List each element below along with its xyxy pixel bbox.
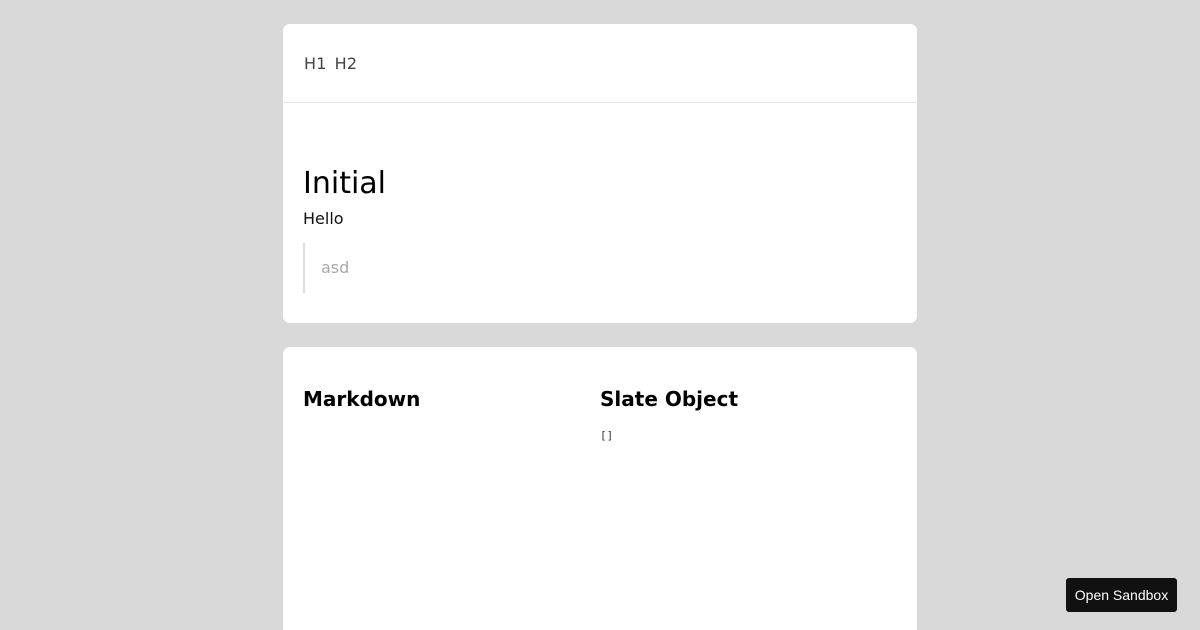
editor-card: H1 H2 Initial Hello asd [283, 24, 917, 323]
editor-content[interactable]: Initial Hello asd [283, 103, 917, 293]
slate-output: [] [600, 429, 614, 442]
slate-title: Slate Object [600, 387, 738, 411]
open-sandbox-button[interactable]: Open Sandbox [1066, 578, 1177, 612]
page: H1 H2 Initial Hello asd Markdown Slate O… [0, 0, 1200, 630]
markdown-column: Markdown [303, 385, 600, 630]
slate-column: Slate Object [] [600, 385, 897, 630]
editor-heading[interactable]: Initial [303, 103, 897, 203]
markdown-title: Markdown [303, 387, 421, 411]
output-card: Markdown Slate Object [] [283, 347, 917, 630]
editor-paragraph[interactable]: Hello [303, 207, 897, 231]
editor-toolbar: H1 H2 [283, 24, 917, 103]
h2-button[interactable]: H2 [335, 54, 358, 73]
h1-button[interactable]: H1 [304, 54, 327, 73]
editor-blockquote[interactable]: asd [303, 243, 897, 293]
